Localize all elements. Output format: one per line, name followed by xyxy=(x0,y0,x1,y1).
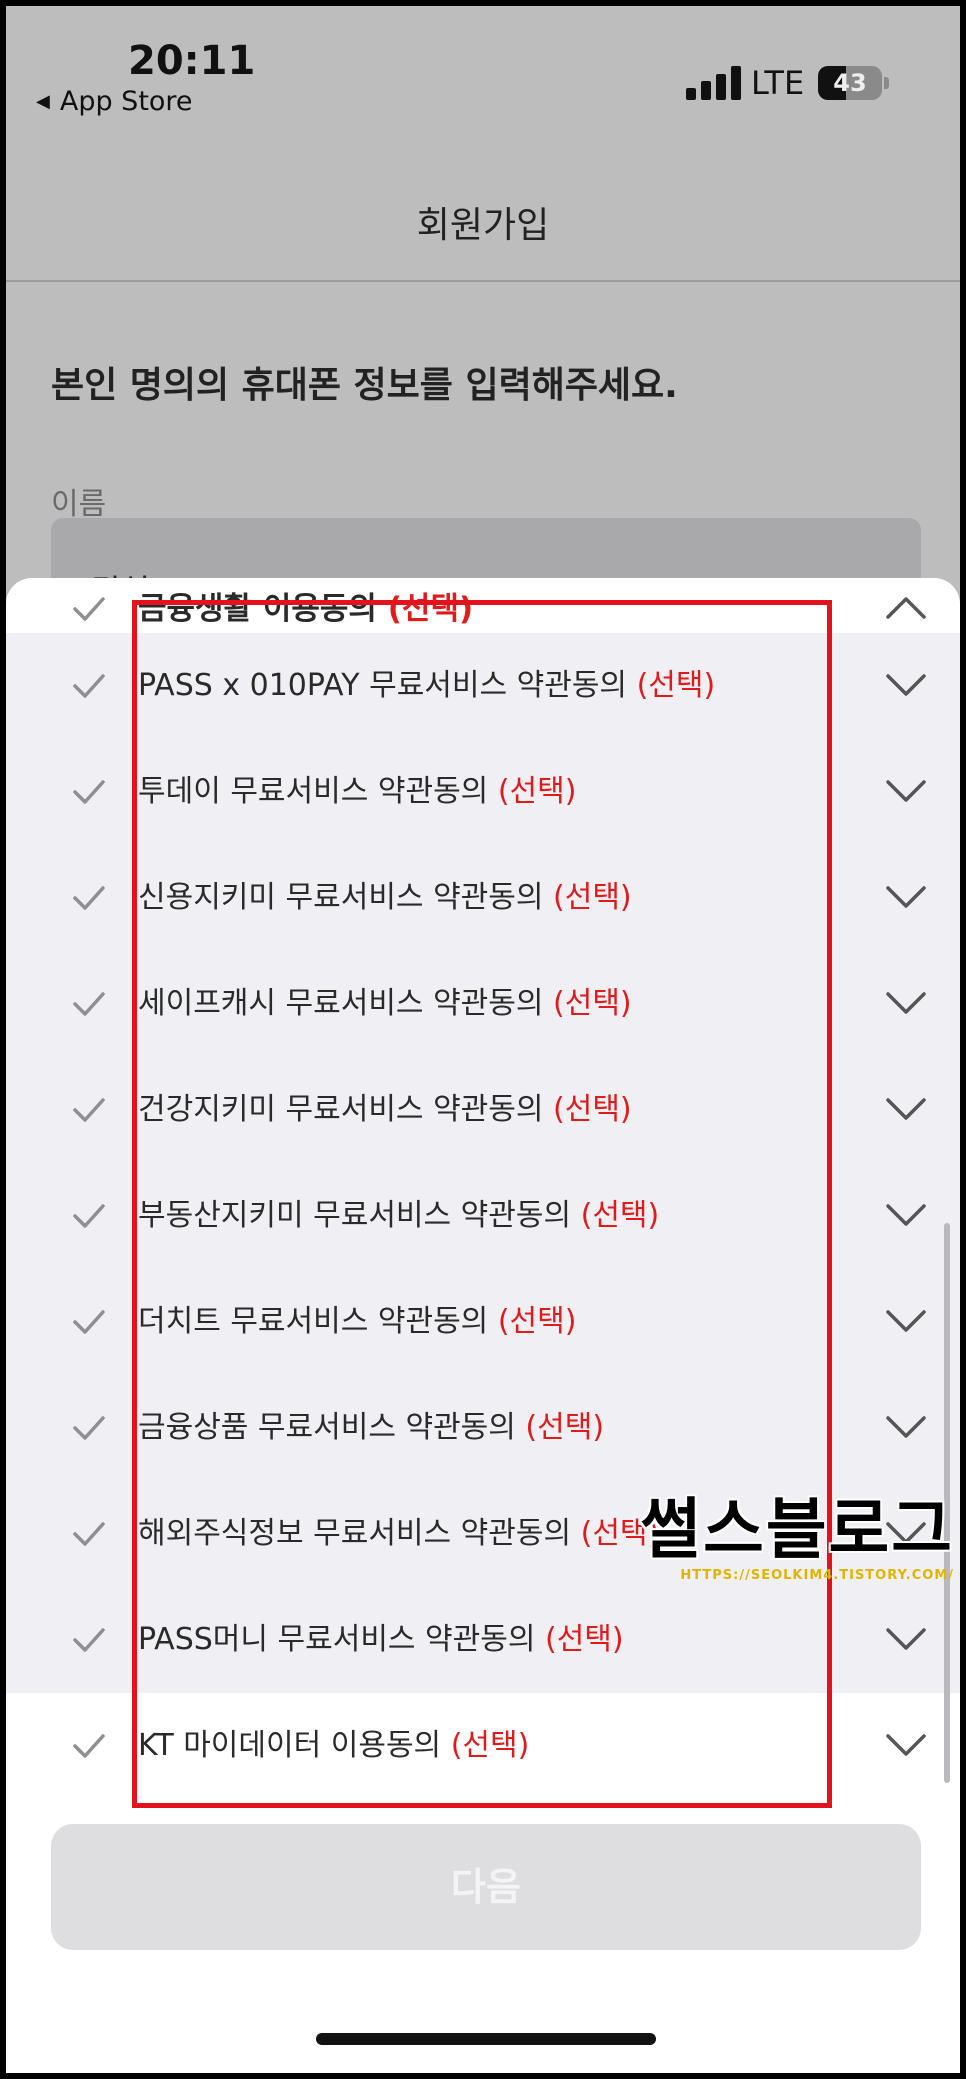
checkmark-icon[interactable] xyxy=(66,1405,112,1451)
page-title: 회원가입 xyxy=(416,205,550,246)
chevron-down-icon[interactable] xyxy=(882,661,930,709)
chevron-down-icon[interactable] xyxy=(882,1615,930,1663)
chevron-down-icon[interactable] xyxy=(882,1721,930,1769)
highlight-annotation-box xyxy=(132,600,832,1808)
battery-tip xyxy=(884,77,889,89)
watermark-url: HTTPS://SEOLKIM4.TISTORY.COM/ xyxy=(680,1568,954,1583)
checkmark-icon[interactable] xyxy=(66,1087,112,1133)
checkmark-icon[interactable] xyxy=(66,1511,112,1557)
battery-icon: 43 xyxy=(818,66,882,100)
back-to-app-store[interactable]: ◀ App Store xyxy=(36,86,193,117)
watermark-title: 썰스블로그 xyxy=(640,1491,954,1568)
next-button[interactable]: 다음 xyxy=(51,1824,921,1950)
phone-screen: 20:11 ◀ App Store LTE 43 회원가입 본인 명의의 휴대폰 … xyxy=(6,6,960,2073)
checkmark-icon[interactable] xyxy=(66,1299,112,1345)
checkmark-icon[interactable] xyxy=(66,663,112,709)
checkmark-icon[interactable] xyxy=(66,769,112,815)
checkmark-icon[interactable] xyxy=(66,1723,112,1769)
form-instruction: 본인 명의의 휴대폰 정보를 입력해주세요. xyxy=(51,365,678,406)
checkmark-icon[interactable] xyxy=(66,875,112,921)
home-indicator[interactable] xyxy=(316,2033,656,2045)
checkmark-icon[interactable] xyxy=(66,981,112,1027)
status-time: 20:11 xyxy=(128,38,256,84)
chevron-down-icon[interactable] xyxy=(882,979,930,1027)
signal-strength-icon xyxy=(686,66,742,100)
battery-level: 43 xyxy=(833,69,867,97)
checkmark-icon[interactable] xyxy=(66,1617,112,1663)
chevron-down-icon[interactable] xyxy=(882,767,930,815)
watermark: 썰스블로그 HTTPS://SEOLKIM4.TISTORY.COM/ xyxy=(640,1476,954,1583)
checkmark-icon[interactable] xyxy=(66,1193,112,1239)
chevron-up-icon[interactable] xyxy=(882,584,930,632)
chevron-down-icon[interactable] xyxy=(882,1403,930,1451)
checkmark-icon[interactable] xyxy=(66,586,112,632)
header-divider xyxy=(6,280,960,282)
chevron-down-icon[interactable] xyxy=(882,1191,930,1239)
chevron-down-icon[interactable] xyxy=(882,873,930,921)
back-app-label: App Store xyxy=(59,86,193,117)
name-field-label: 이름 xyxy=(51,487,107,522)
network-type: LTE xyxy=(751,64,805,102)
chevron-down-icon[interactable] xyxy=(882,1297,930,1345)
back-arrow-icon: ◀ xyxy=(36,91,50,112)
chevron-down-icon[interactable] xyxy=(882,1085,930,1133)
